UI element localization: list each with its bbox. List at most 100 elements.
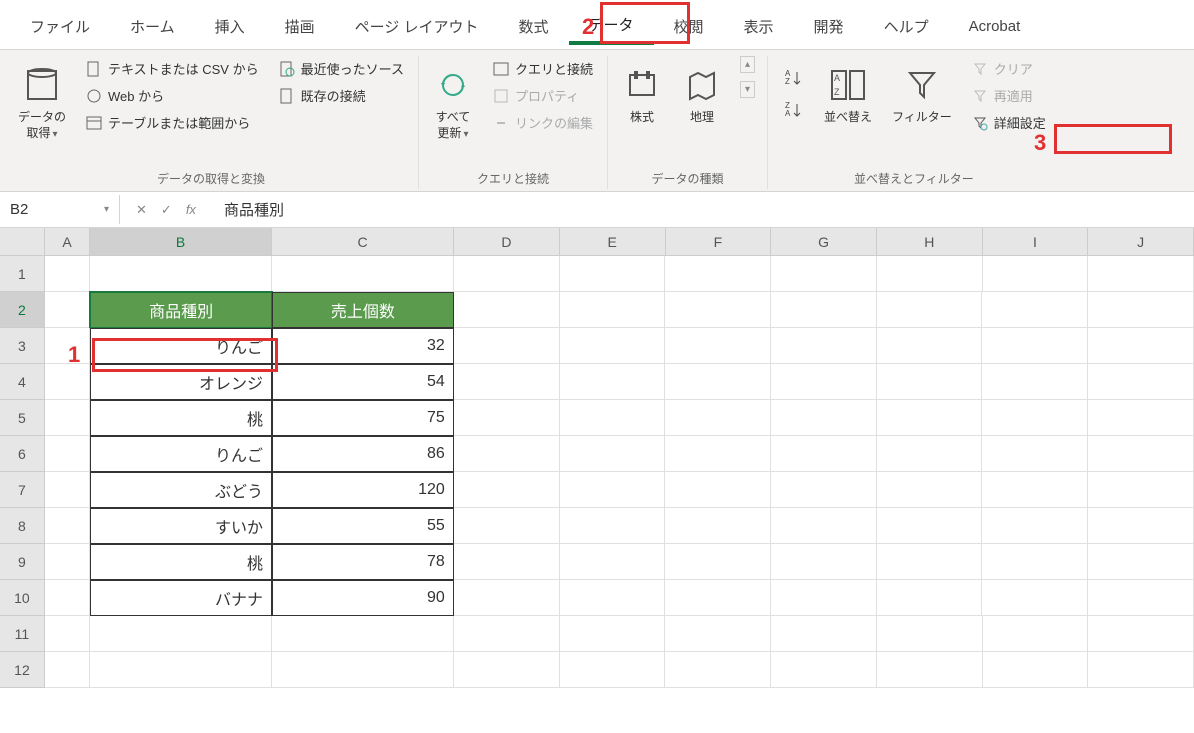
from-web-button[interactable]: Web から [80,83,265,108]
cell-H1[interactable] [877,256,983,292]
cell-D7[interactable] [454,472,560,508]
cell-I12[interactable] [983,652,1089,688]
cell-G6[interactable] [771,436,877,472]
cell-I9[interactable] [982,544,1088,580]
cell-E11[interactable] [560,616,666,652]
cell-H11[interactable] [877,616,983,652]
row-header-9[interactable]: 9 [0,544,45,580]
cell-I1[interactable] [983,256,1089,292]
cell-J10[interactable] [1088,580,1194,616]
row-header-4[interactable]: 4 [0,364,45,400]
cell-B6[interactable]: りんご [90,436,272,472]
cell-H10[interactable] [877,580,983,616]
cell-C10[interactable]: 90 [272,580,454,616]
cell-F4[interactable] [665,364,771,400]
cell-I5[interactable] [982,400,1088,436]
cell-A11[interactable] [45,616,90,652]
cell-E8[interactable] [560,508,666,544]
row-header-8[interactable]: 8 [0,508,45,544]
cell-H7[interactable] [877,472,983,508]
cell-F11[interactable] [665,616,771,652]
cell-J1[interactable] [1088,256,1194,292]
cell-C12[interactable] [272,652,454,688]
cell-C7[interactable]: 120 [272,472,454,508]
cell-B1[interactable] [90,256,272,292]
cell-A6[interactable] [45,436,90,472]
cell-B10[interactable]: バナナ [90,580,272,616]
cell-A8[interactable] [45,508,90,544]
cell-C4[interactable]: 54 [272,364,454,400]
cell-I2[interactable] [982,292,1088,328]
tab-developer[interactable]: 開発 [794,10,864,43]
sort-button[interactable]: AZ 並べ替え [818,56,878,130]
cell-E12[interactable] [560,652,666,688]
cell-D6[interactable] [454,436,560,472]
row-header-12[interactable]: 12 [0,652,45,688]
cell-E7[interactable] [560,472,666,508]
cell-A1[interactable] [45,256,90,292]
cell-C9[interactable]: 78 [272,544,454,580]
cell-I10[interactable] [982,580,1088,616]
cell-D1[interactable] [454,256,560,292]
cell-A4[interactable] [45,364,90,400]
cell-J9[interactable] [1088,544,1194,580]
row-header-1[interactable]: 1 [0,256,45,292]
cancel-icon[interactable]: ✕ [136,202,147,218]
cell-D8[interactable] [454,508,560,544]
cell-F2[interactable] [665,292,771,328]
cell-G3[interactable] [771,328,877,364]
cell-G7[interactable] [771,472,877,508]
col-header-A[interactable]: A [45,228,90,256]
cell-J4[interactable] [1088,364,1194,400]
cell-E6[interactable] [560,436,666,472]
row-header-3[interactable]: 3 [0,328,45,364]
sort-desc-button[interactable]: ZA [776,96,810,124]
col-header-I[interactable]: I [983,228,1089,256]
cell-D5[interactable] [454,400,560,436]
cell-G5[interactable] [771,400,877,436]
row-header-6[interactable]: 6 [0,436,45,472]
cell-D4[interactable] [454,364,560,400]
cell-D10[interactable] [454,580,560,616]
cell-J11[interactable] [1088,616,1194,652]
cell-E9[interactable] [560,544,666,580]
tab-view[interactable]: 表示 [724,10,794,43]
cell-E1[interactable] [560,256,666,292]
cell-C6[interactable]: 86 [272,436,454,472]
cell-J7[interactable] [1088,472,1194,508]
cell-A9[interactable] [45,544,90,580]
cell-C2[interactable]: 売上個数 [272,292,454,328]
cell-H6[interactable] [877,436,983,472]
col-header-J[interactable]: J [1088,228,1194,256]
cell-G4[interactable] [771,364,877,400]
cell-I4[interactable] [982,364,1088,400]
cell-F5[interactable] [665,400,771,436]
fx-icon[interactable]: fx [186,202,196,217]
cell-C5[interactable]: 75 [272,400,454,436]
cell-A5[interactable] [45,400,90,436]
cell-A2[interactable] [45,292,90,328]
tab-home[interactable]: ホーム [110,10,195,43]
cell-F7[interactable] [665,472,771,508]
cell-F10[interactable] [665,580,771,616]
cell-G12[interactable] [771,652,877,688]
cell-F1[interactable] [665,256,771,292]
cell-B4[interactable]: オレンジ [90,364,272,400]
tab-file[interactable]: ファイル [10,10,110,43]
col-header-C[interactable]: C [272,228,454,256]
cell-J6[interactable] [1088,436,1194,472]
cell-H3[interactable] [877,328,983,364]
cell-G2[interactable] [771,292,877,328]
tab-acrobat[interactable]: Acrobat [949,12,1041,41]
cell-H5[interactable] [877,400,983,436]
cell-A7[interactable] [45,472,90,508]
cell-J12[interactable] [1088,652,1194,688]
cell-H12[interactable] [877,652,983,688]
cell-I3[interactable] [982,328,1088,364]
cell-H9[interactable] [877,544,983,580]
cell-A10[interactable] [45,580,90,616]
cell-B12[interactable] [90,652,272,688]
recent-sources-button[interactable]: 最近使ったソース [273,56,410,81]
filter-button[interactable]: フィルター [886,56,958,130]
cell-J3[interactable] [1088,328,1194,364]
